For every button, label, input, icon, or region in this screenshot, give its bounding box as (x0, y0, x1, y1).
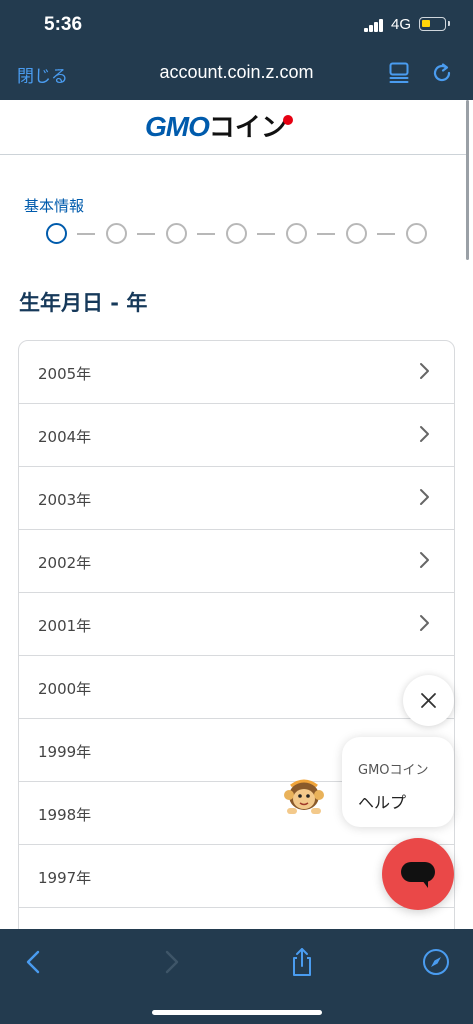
chevron-right-icon (420, 363, 429, 379)
signal-icon (364, 19, 384, 32)
battery-icon (419, 17, 450, 31)
step-label: 基本情報 (24, 197, 85, 215)
logo-latin: GMO (145, 111, 210, 142)
progress-step (286, 223, 307, 244)
year-row[interactable]: 2000年 (19, 656, 454, 719)
scroll-indicator (466, 100, 469, 260)
progress-connector (317, 233, 335, 235)
site-logo[interactable]: GMOコイン (145, 113, 293, 141)
help-brand: GMOコイン (358, 763, 429, 778)
status-time: 5:36 (44, 14, 83, 35)
help-bubble[interactable]: GMOコイン ヘルプ (342, 737, 454, 827)
compass-icon[interactable] (421, 947, 451, 977)
forward-arrow-icon[interactable] (155, 947, 185, 977)
progress-step (106, 223, 127, 244)
year-label: 2000年 (38, 680, 92, 698)
progress-step (406, 223, 427, 244)
logo-red-dot (282, 115, 293, 125)
year-row[interactable]: 2005年 (19, 341, 454, 404)
progress-connector (377, 233, 395, 235)
progress-connector (77, 233, 95, 235)
progress-step (226, 223, 247, 244)
year-row[interactable]: 2002年 (19, 530, 454, 593)
help-close-button[interactable] (403, 675, 454, 726)
chat-button[interactable] (382, 838, 454, 910)
progress-steps (46, 223, 427, 245)
mascot-icon[interactable] (281, 776, 327, 816)
site-header: GMOコイン (0, 100, 466, 155)
network-type: 4G (391, 16, 412, 33)
reload-icon[interactable] (430, 61, 454, 85)
progress-connector (137, 233, 155, 235)
chevron-right-icon (420, 552, 429, 568)
progress-step (166, 223, 187, 244)
year-label: 2005年 (38, 365, 92, 383)
year-row[interactable]: 2004年 (19, 404, 454, 467)
year-label: 2001年 (38, 617, 92, 635)
close-icon (421, 693, 436, 708)
chevron-right-icon (420, 426, 429, 442)
progress-step (346, 223, 367, 244)
chevron-right-icon (420, 489, 429, 505)
chat-bubble-icon (401, 862, 435, 888)
reader-mode-icon[interactable] (389, 62, 409, 84)
year-label: 2003年 (38, 491, 92, 509)
home-indicator (152, 1010, 322, 1015)
status-bar: 5:36 4G (0, 0, 473, 50)
progress-connector (257, 233, 275, 235)
help-label: ヘルプ (358, 793, 407, 812)
progress-step (46, 223, 67, 244)
share-icon[interactable] (287, 947, 317, 977)
progress-connector (197, 233, 215, 235)
chevron-right-icon (420, 615, 429, 631)
year-label: 1998年 (38, 806, 92, 824)
logo-kana: コイン (208, 112, 287, 142)
year-label: 2004年 (38, 428, 92, 446)
back-arrow-icon[interactable] (20, 947, 50, 977)
year-row[interactable]: 2001年 (19, 593, 454, 656)
year-label: 1999年 (38, 743, 92, 761)
browser-toolbar: 閉じる account.coin.z.com (0, 50, 473, 100)
year-row[interactable]: 2003年 (19, 467, 454, 530)
year-label: 1997年 (38, 869, 92, 887)
page-title: 生年月日 - 年 (19, 291, 148, 315)
year-label: 2002年 (38, 554, 92, 572)
